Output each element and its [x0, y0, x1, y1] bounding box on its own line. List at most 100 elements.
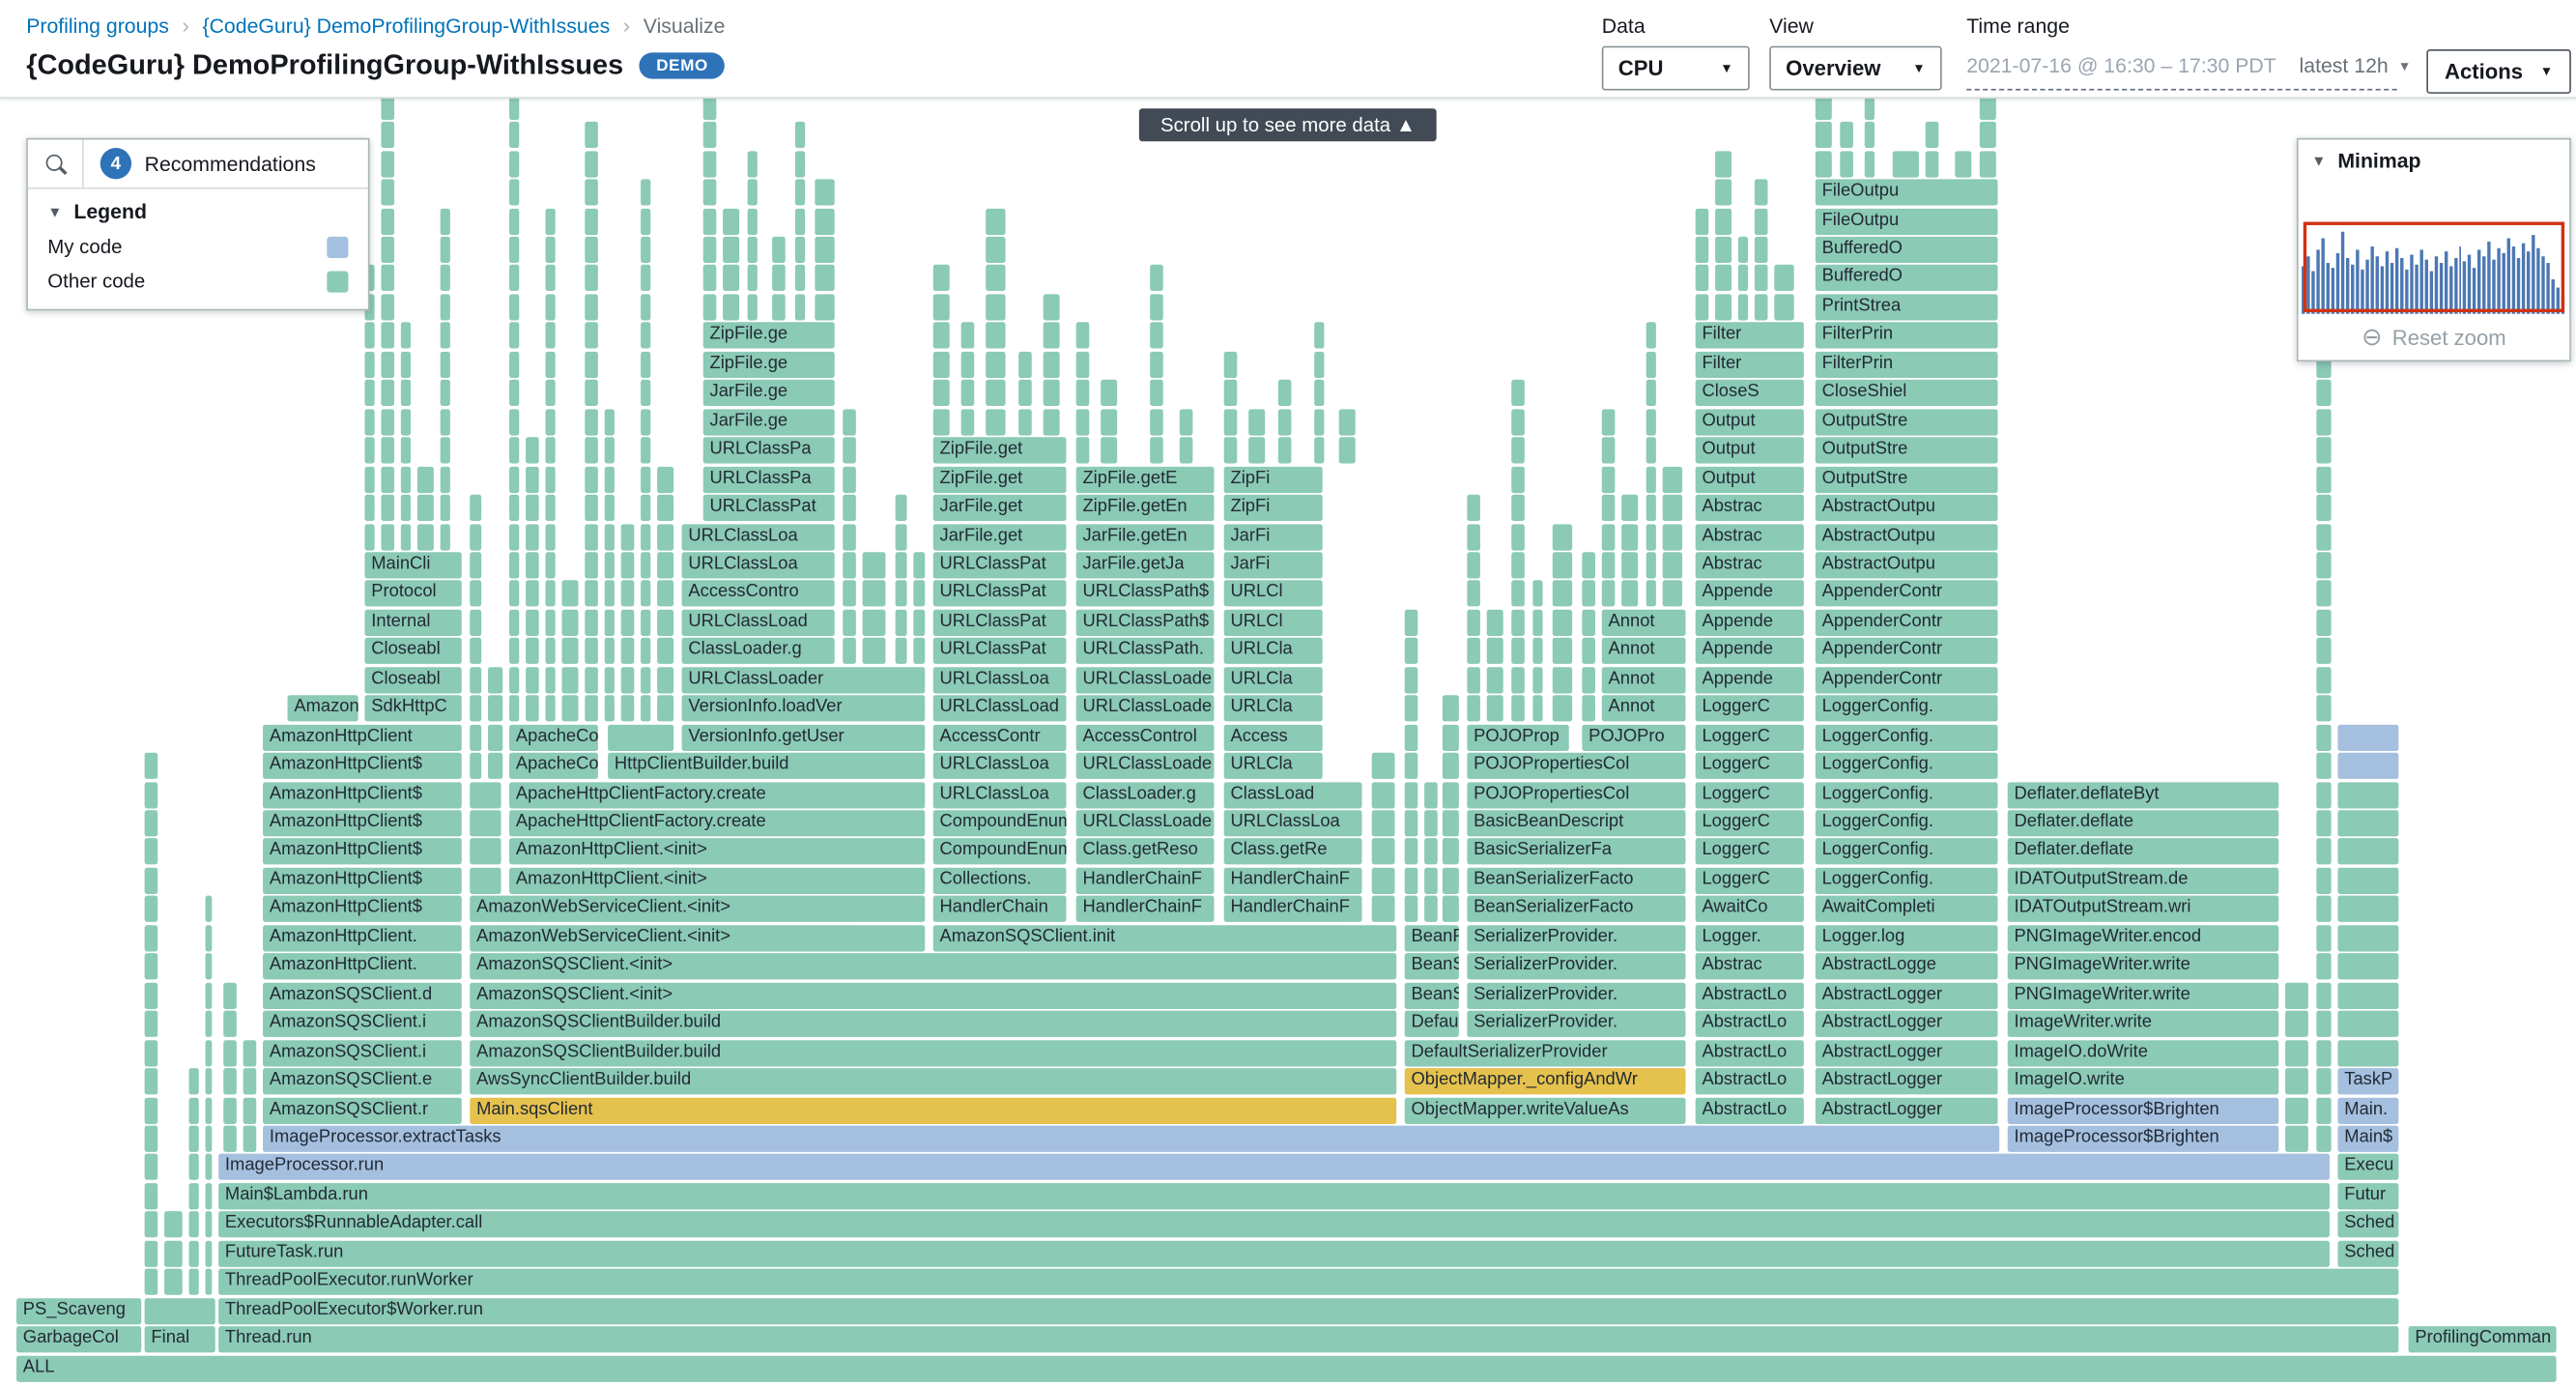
flame-cell-unlabeled[interactable]	[641, 466, 651, 493]
flame-cell[interactable]: Abstrac	[1695, 552, 1805, 579]
flame-cell-unlabeled[interactable]	[1018, 351, 1033, 378]
flame-cell-unlabeled[interactable]	[1582, 609, 1596, 636]
flame-cell-unlabeled[interactable]	[416, 494, 435, 522]
flame-cell-unlabeled[interactable]	[641, 351, 651, 378]
flame-cell-unlabeled[interactable]	[1424, 896, 1439, 923]
flame-cell-unlabeled[interactable]	[1371, 867, 1396, 894]
flame-cell-unlabeled[interactable]	[545, 236, 557, 264]
flame-cell[interactable]: ImageIO.doWrite	[2007, 1039, 2279, 1066]
flame-cell-unlabeled[interactable]	[509, 580, 520, 608]
flame-cell-unlabeled[interactable]	[1043, 294, 1061, 321]
flame-cell-unlabeled[interactable]	[1646, 322, 1657, 350]
flame-cell-unlabeled[interactable]	[400, 380, 412, 407]
flame-cell-unlabeled[interactable]	[843, 523, 857, 550]
flame-cell-unlabeled[interactable]	[545, 695, 557, 722]
flame-cell-unlabeled[interactable]	[843, 609, 857, 636]
flame-cell-unlabeled[interactable]	[1695, 208, 1709, 235]
reset-zoom-button[interactable]: ⊖ Reset zoom	[2298, 313, 2570, 361]
flame-cell-unlabeled[interactable]	[144, 1096, 158, 1124]
flame-cell[interactable]: Filter	[1695, 351, 1805, 378]
flame-cell-unlabeled[interactable]	[164, 1240, 184, 1267]
flame-cell[interactable]: POJOPropertiesCol	[1467, 752, 1687, 780]
flame-cell[interactable]: Annot	[1601, 666, 1687, 694]
flame-cell-unlabeled[interactable]	[223, 982, 238, 1009]
flame-cell-unlabeled[interactable]	[794, 179, 806, 206]
flame-cell-unlabeled[interactable]	[470, 752, 482, 780]
flame-cell-unlabeled[interactable]	[1150, 294, 1164, 321]
flame-cell-unlabeled[interactable]	[526, 523, 540, 550]
flame-cell-unlabeled[interactable]	[1646, 380, 1657, 407]
flame-cell-unlabeled[interactable]	[2337, 1039, 2400, 1066]
recommendations-button[interactable]: 4 Recommendations	[84, 148, 316, 180]
flame-cell[interactable]: JarFile.ge	[702, 380, 836, 407]
flame-cell-unlabeled[interactable]	[2316, 724, 2333, 751]
flame-cell-unlabeled[interactable]	[1043, 322, 1061, 350]
flame-cell-unlabeled[interactable]	[794, 236, 806, 264]
flame-cell-unlabeled[interactable]	[1223, 408, 1238, 436]
flame-cell-unlabeled[interactable]	[2316, 953, 2333, 980]
data-select[interactable]: CPU ▼	[1601, 45, 1750, 91]
flame-cell-unlabeled[interactable]	[440, 437, 451, 464]
flame-cell-unlabeled[interactable]	[1892, 150, 1920, 178]
flame-cell[interactable]: ImageWriter.write	[2007, 1010, 2279, 1038]
flame-cell-unlabeled[interactable]	[641, 695, 651, 722]
flame-cell[interactable]: URLCl	[1223, 609, 1324, 636]
flame-cell-unlabeled[interactable]	[960, 322, 975, 350]
flame-cell[interactable]: Filter	[1695, 322, 1805, 350]
flame-cell-unlabeled[interactable]	[144, 1125, 158, 1152]
flame-cell[interactable]: POJOProp	[1467, 724, 1570, 751]
flame-cell[interactable]: URLClassPath$	[1075, 609, 1216, 636]
flame-cell-unlabeled[interactable]	[895, 609, 908, 636]
flame-cell-unlabeled[interactable]	[1467, 494, 1481, 522]
flame-cell-unlabeled[interactable]	[702, 179, 717, 206]
flame-cell-unlabeled[interactable]	[843, 408, 857, 436]
flame-cell-unlabeled[interactable]	[2285, 1010, 2309, 1038]
flame-cell[interactable]: Class.getReso	[1075, 838, 1216, 866]
flame-cell[interactable]: AbstractOutpu	[1815, 494, 1999, 522]
flame-cell-unlabeled[interactable]	[1442, 896, 1460, 923]
flame-cell-unlabeled[interactable]	[1646, 552, 1657, 579]
flame-cell-unlabeled[interactable]	[470, 724, 482, 751]
flame-cell-unlabeled[interactable]	[243, 1125, 257, 1152]
flame-cell[interactable]: LoggerConfig.	[1815, 867, 1999, 894]
flame-cell-unlabeled[interactable]	[794, 150, 806, 178]
flame-cell-unlabeled[interactable]	[604, 638, 615, 665]
flame-cell-unlabeled[interactable]	[1223, 351, 1238, 378]
flame-cell-unlabeled[interactable]	[144, 1268, 158, 1296]
flame-cell-unlabeled[interactable]	[657, 638, 674, 665]
flame-cell-unlabeled[interactable]	[1442, 752, 1460, 780]
flame-cell-unlabeled[interactable]	[1314, 351, 1326, 378]
minimap-header[interactable]: ▼ Minimap	[2299, 140, 2570, 176]
flame-cell-unlabeled[interactable]	[932, 380, 951, 407]
flame-cell-unlabeled[interactable]	[585, 208, 599, 235]
flame-cell-unlabeled[interactable]	[641, 580, 651, 608]
flame-cell-unlabeled[interactable]	[223, 1096, 238, 1124]
flame-cell-unlabeled[interactable]	[585, 609, 599, 636]
flame-cell-unlabeled[interactable]	[526, 638, 540, 665]
flame-cell-unlabeled[interactable]	[364, 494, 376, 522]
flame-cell-unlabeled[interactable]	[364, 351, 376, 378]
flame-cell-unlabeled[interactable]	[1601, 437, 1617, 464]
flame-cell-unlabeled[interactable]	[381, 150, 395, 178]
flame-cell-unlabeled[interactable]	[545, 294, 557, 321]
flame-cell-unlabeled[interactable]	[400, 494, 412, 522]
flame-cell-unlabeled[interactable]	[1621, 552, 1639, 579]
flame-cell[interactable]: AmazonSQSClientBuilder.build	[470, 1010, 1397, 1038]
flame-cell-unlabeled[interactable]	[862, 638, 887, 665]
flame-cell[interactable]: Defau	[1404, 1010, 1460, 1038]
flame-cell-unlabeled[interactable]	[1662, 580, 1683, 608]
flame-cell[interactable]: ClassLoad	[1223, 781, 1363, 808]
flame-cell-unlabeled[interactable]	[1467, 695, 1481, 722]
flame-cell-unlabeled[interactable]	[205, 924, 213, 952]
flame-cell-unlabeled[interactable]	[243, 1068, 257, 1095]
flame-cell[interactable]: HandlerChain	[932, 896, 1068, 923]
flame-cell-unlabeled[interactable]	[1511, 666, 1526, 694]
flame-cell[interactable]: Main.sqsClient	[470, 1096, 1397, 1124]
flame-cell-unlabeled[interactable]	[1601, 523, 1617, 550]
flame-cell-unlabeled[interactable]	[381, 494, 395, 522]
flame-cell-unlabeled[interactable]	[585, 695, 599, 722]
flame-cell[interactable]: LoggerConfig.	[1815, 838, 1999, 866]
flame-cell[interactable]: LoggerConfig.	[1815, 781, 1999, 808]
flame-cell-unlabeled[interactable]	[1101, 437, 1118, 464]
flame-cell[interactable]: Appende	[1695, 638, 1805, 665]
